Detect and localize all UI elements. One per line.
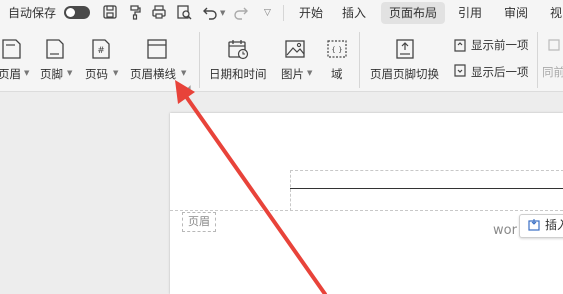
svg-text:#: # — [97, 46, 105, 56]
page-number-icon[interactable]: # — [90, 38, 112, 60]
show-next-icon[interactable] — [452, 63, 468, 79]
undo-dropdown-icon[interactable]: ▼ — [220, 9, 225, 17]
tab-start[interactable]: 开始 — [291, 2, 331, 24]
header-line-button-label[interactable]: 页眉横线 — [130, 67, 176, 81]
show-previous-icon[interactable] — [452, 37, 468, 53]
header-dropdown-icon[interactable]: ▼ — [24, 69, 29, 77]
page-number-dropdown-icon[interactable]: ▼ — [113, 69, 118, 77]
ribbon-divider — [199, 32, 200, 88]
group-launcher-icon[interactable]: ◢ — [186, 84, 191, 91]
insert-icon — [528, 219, 540, 231]
link-to-previous-icon — [548, 39, 560, 51]
calendar-clock-icon[interactable] — [227, 38, 249, 60]
print-preview-icon[interactable] — [176, 4, 192, 20]
header-button-label[interactable]: 页眉 — [0, 67, 21, 81]
ribbon-divider — [537, 32, 538, 88]
footer-icon[interactable] — [44, 38, 66, 60]
header-footer-switch-label[interactable]: 页眉页脚切换 — [370, 67, 439, 81]
footer-dropdown-icon[interactable]: ▼ — [67, 69, 72, 77]
date-time-button-label[interactable]: 日期和时间 — [209, 67, 267, 81]
header-footer-switch-icon[interactable] — [394, 38, 416, 60]
autosave-label: 自动保存 — [8, 6, 57, 20]
save-icon[interactable] — [102, 4, 118, 20]
tab-page-layout[interactable]: 页面布局 — [381, 2, 446, 24]
header-line-dropdown-icon[interactable]: ▼ — [181, 69, 186, 77]
ribbon-divider — [359, 32, 360, 88]
picture-dropdown-icon[interactable]: ▼ — [307, 69, 312, 77]
divider — [283, 5, 284, 21]
header-region-outline — [290, 170, 563, 211]
body-text-fragment: wor — [493, 223, 517, 238]
header-boundary-line — [170, 210, 563, 211]
format-painter-icon[interactable] — [127, 4, 143, 20]
svg-text:{ }: { } — [331, 46, 342, 54]
tab-view[interactable]: 视 — [542, 2, 563, 24]
tab-review[interactable]: 审阅 — [496, 2, 536, 24]
footer-button-label[interactable]: 页脚 — [40, 67, 63, 81]
show-previous-label[interactable]: 显示前一项 — [471, 38, 529, 52]
ribbon-panel — [0, 26, 563, 92]
redo-icon[interactable] — [233, 4, 249, 20]
field-button-label[interactable]: 域 — [331, 67, 343, 81]
page-number-button-label[interactable]: 页码 — [85, 67, 108, 81]
print-icon[interactable] — [151, 4, 167, 20]
show-next-label[interactable]: 显示后一项 — [471, 65, 529, 79]
picture-icon[interactable] — [284, 38, 306, 60]
header-icon[interactable] — [0, 38, 22, 60]
link-to-previous-label: 同前 — [542, 65, 563, 79]
undo-icon[interactable] — [202, 4, 218, 20]
header-horizontal-line — [290, 188, 563, 189]
autosave-toggle[interactable] — [64, 6, 90, 19]
header-line-icon[interactable] — [146, 38, 168, 60]
header-tag: 页眉 — [182, 212, 216, 232]
picture-button-label[interactable]: 图片 — [281, 67, 304, 81]
customize-dropdown-icon[interactable]: ▽ — [264, 8, 271, 18]
tab-references[interactable]: 引用 — [450, 2, 490, 24]
insert-button-label[interactable]: 插入 — [545, 218, 563, 232]
field-icon[interactable]: { } — [326, 38, 348, 60]
tab-insert[interactable]: 插入 — [334, 2, 374, 24]
